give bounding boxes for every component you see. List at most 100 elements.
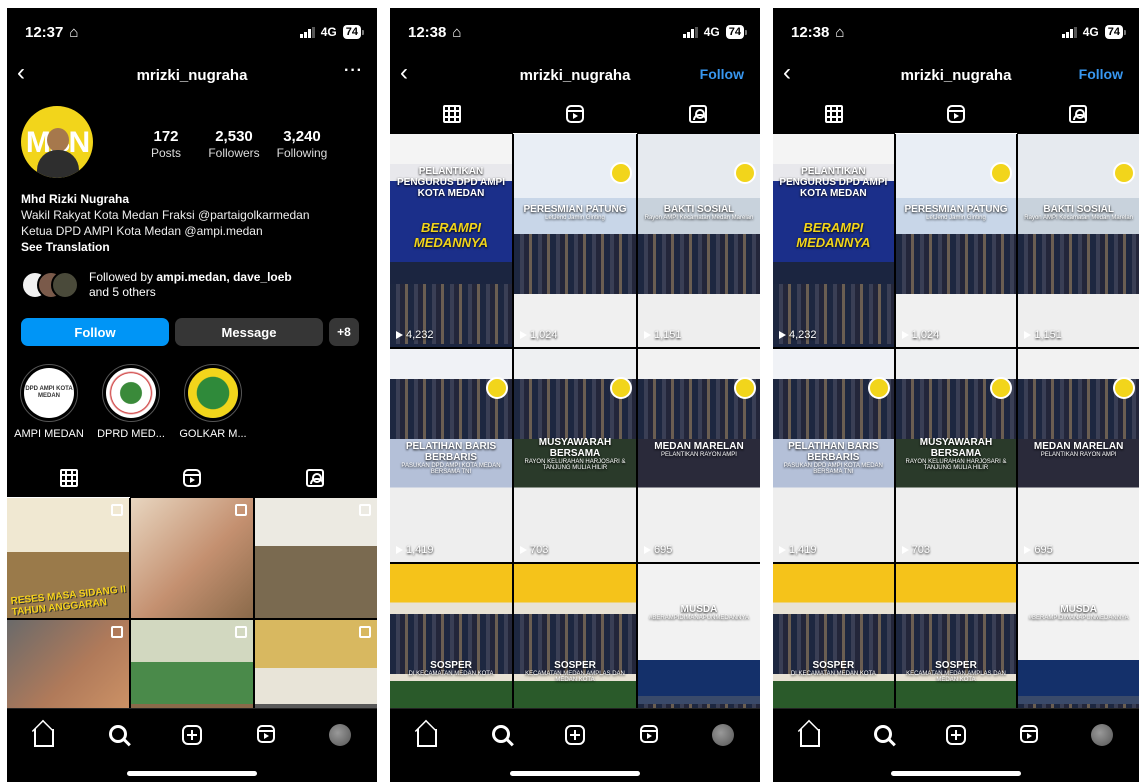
- see-translation-link[interactable]: See Translation: [21, 239, 361, 255]
- reel-thumbnail[interactable]: MEDAN MARELAN PELANTIKAN RAYON AMPI 695: [638, 349, 760, 562]
- post-thumbnail[interactable]: RESES MASA SIDANG II TAHUN ANGGARAN: [7, 498, 129, 618]
- reel-title: PERESMIAN PATUNG LetJend Jamin Ginting: [900, 204, 1013, 221]
- reel-thumbnail[interactable]: PERESMIAN PATUNG LetJend Jamin Ginting 1,0…: [514, 134, 636, 347]
- highlight-golkar-cover: [188, 368, 238, 418]
- nav-reels[interactable]: [251, 723, 281, 749]
- highlight-dprd-medan[interactable]: DPRD MED...: [93, 364, 169, 440]
- ampi-logo-icon: [734, 377, 756, 399]
- more-options-icon[interactable]: ···: [344, 62, 363, 80]
- reel-title: SOSPER DI KECAMATAN MEDAN KOTA: [777, 660, 890, 677]
- reel-subtitle: RAYON KELURAHAN HARJOSARI & TANJUNG MULI…: [524, 459, 626, 471]
- posts-label: Posts: [150, 146, 181, 160]
- reel-title-text: MUSDA: [680, 604, 718, 615]
- tab-tagged[interactable]: [254, 458, 377, 498]
- back-arrow-icon[interactable]: ‹: [783, 60, 791, 86]
- nav-reels[interactable]: [634, 723, 664, 749]
- followed-by-names: ampi.medan, dave_loeb: [156, 270, 292, 284]
- reel-thumbnail[interactable]: MUSYAWARAH BERSAMA RAYON KELURAHAN HARJOS…: [514, 349, 636, 562]
- reel-crowd-image: [638, 234, 760, 294]
- reel-subtitle: RAYON KELURAHAN HARJOSARI & TANJUNG MULI…: [905, 459, 1007, 471]
- home-status-icon: ⌂: [835, 23, 845, 41]
- nav-search[interactable]: [868, 723, 898, 749]
- nav-home[interactable]: [412, 723, 442, 749]
- multi-photo-icon: [235, 504, 247, 516]
- reels-icon: [565, 104, 584, 123]
- highlight-golkar[interactable]: GOLKAR M...: [175, 364, 251, 440]
- reel-thumbnail[interactable]: BAKTI SOSIAL Rayon AMPI Kecamatan Medan M…: [1018, 134, 1139, 347]
- nav-home[interactable]: [795, 723, 825, 749]
- following-label: Following: [276, 146, 328, 160]
- follow-link[interactable]: Follow: [700, 66, 744, 82]
- nav-create[interactable]: [177, 723, 207, 749]
- reel-subtitle: Rayon AMPI Kecamatan Medan Marelan: [1024, 215, 1134, 221]
- profile-avatar[interactable]: MBN: [21, 106, 93, 178]
- profile-header: ‹ mrizki_nugraha ···: [7, 60, 377, 90]
- tab-reels[interactable]: [130, 458, 253, 498]
- reel-title: BAKTI SOSIAL Rayon AMPI Kecamatan Medan M…: [1022, 204, 1135, 221]
- reel-thumbnail[interactable]: PELANTIKAN PENGURUS DPD AMPI KOTA MEDAN B…: [390, 134, 512, 347]
- message-button[interactable]: Message: [175, 318, 323, 346]
- reel-view-count: 1,419: [779, 544, 817, 556]
- following-stat[interactable]: 3,240 Following: [268, 128, 336, 160]
- create-icon: [565, 725, 585, 745]
- signal-icon: [682, 26, 698, 38]
- tab-tagged[interactable]: [637, 94, 760, 134]
- tab-posts[interactable]: [773, 94, 895, 134]
- follower-avatars: [21, 271, 81, 299]
- follow-link[interactable]: Follow: [1079, 66, 1123, 82]
- reel-title: PELATIHAN BARIS BERBARIS PASUKAN DPD AMPI…: [777, 441, 890, 475]
- reel-thumbnail[interactable]: PELATIHAN BARIS BERBARIS PASUKAN DPD AMPI…: [390, 349, 512, 562]
- reel-title-text: MUSDA: [1060, 604, 1097, 615]
- bio-line-2: Ketua DPD AMPI Kota Medan @ampi.medan: [21, 224, 263, 238]
- nav-home[interactable]: [29, 723, 59, 749]
- reel-view-count: 703: [902, 544, 930, 556]
- home-indicator: [127, 771, 257, 776]
- ampi-logo-icon: [867, 377, 890, 399]
- grid-icon: [59, 468, 78, 487]
- add-user-icon[interactable]: +8: [329, 318, 359, 346]
- profile-stats: 172 Posts 2,530 Followers 3,240 Followin…: [132, 128, 336, 160]
- follow-button[interactable]: Follow: [21, 318, 169, 346]
- reel-thumbnail[interactable]: PELATIHAN BARIS BERBARIS PASUKAN DPD AMPI…: [773, 349, 894, 562]
- reel-thumbnail[interactable]: PELANTIKAN PENGURUS DPD AMPI KOTA MEDAN B…: [773, 134, 894, 347]
- tab-posts[interactable]: [7, 458, 131, 498]
- post-thumbnail[interactable]: [255, 498, 377, 618]
- tab-posts[interactable]: [390, 94, 513, 134]
- ampi-logo-icon: [486, 377, 508, 399]
- reel-thumbnail[interactable]: MUSYAWARAH BERSAMA RAYON KELURAHAN HARJOS…: [895, 349, 1017, 562]
- reel-title-text: PERESMIAN PATUNG: [904, 204, 1008, 215]
- nav-profile[interactable]: [708, 723, 738, 749]
- nav-search[interactable]: [103, 723, 133, 749]
- posts-stat[interactable]: 172 Posts: [132, 128, 200, 160]
- tab-reels[interactable]: [895, 94, 1017, 134]
- nav-profile[interactable]: [1087, 723, 1117, 749]
- followed-by[interactable]: Followed by ampi.medan, dave_loeb and 5 …: [21, 270, 292, 300]
- reel-view-count: 695: [1024, 544, 1052, 556]
- reel-thumbnail[interactable]: BAKTI SOSIAL Rayon AMPI Kecamatan Medan M…: [638, 134, 760, 347]
- reel-thumbnail[interactable]: MEDAN MARELAN PELANTIKAN RAYON AMPI 695: [1018, 349, 1139, 562]
- reel-crowd-image: [514, 234, 636, 294]
- followers-stat[interactable]: 2,530 Followers: [200, 128, 268, 160]
- status-bar: 12:38 ⌂ 4G 74: [390, 8, 760, 56]
- tab-reels[interactable]: [513, 94, 637, 134]
- reel-title: MEDAN MARELAN PELANTIKAN RAYON AMPI: [642, 441, 756, 458]
- home-icon: [34, 729, 54, 747]
- nav-create[interactable]: [560, 723, 590, 749]
- multi-photo-icon: [235, 626, 247, 638]
- profile-actions: Follow Message +8: [21, 318, 359, 346]
- nav-create[interactable]: [941, 723, 971, 749]
- nav-profile[interactable]: [325, 723, 355, 749]
- reels-grid: PELANTIKAN PENGURUS DPD AMPI KOTA MEDAN B…: [773, 134, 1139, 777]
- nav-reels[interactable]: [1014, 723, 1044, 749]
- reels-icon: [640, 725, 658, 743]
- back-arrow-icon[interactable]: ‹: [400, 60, 408, 86]
- highlight-ampi-medan[interactable]: DPD AMPI KOTA MEDAN AMPI MEDAN: [11, 364, 87, 440]
- nav-search[interactable]: [486, 723, 516, 749]
- tab-tagged[interactable]: [1017, 94, 1139, 134]
- back-arrow-icon[interactable]: ‹: [17, 60, 25, 86]
- signal-icon: [299, 26, 315, 38]
- reel-thumbnail[interactable]: PERESMIAN PATUNG LetJend Jamin Ginting 1,0…: [895, 134, 1017, 347]
- post-thumbnail[interactable]: [131, 498, 253, 618]
- reel-view-count: 1,024: [902, 329, 940, 341]
- reel-title-text: MEDAN MARELAN: [654, 441, 744, 452]
